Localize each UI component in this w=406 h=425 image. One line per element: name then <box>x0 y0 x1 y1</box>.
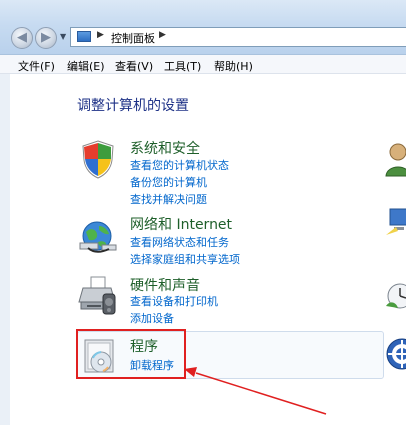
clock-region-icon <box>386 283 406 309</box>
ease-of-access-icon <box>386 338 406 370</box>
user-accounts-icon <box>385 143 406 177</box>
annotation-arrow <box>184 367 327 415</box>
appearance-icon <box>386 208 406 235</box>
